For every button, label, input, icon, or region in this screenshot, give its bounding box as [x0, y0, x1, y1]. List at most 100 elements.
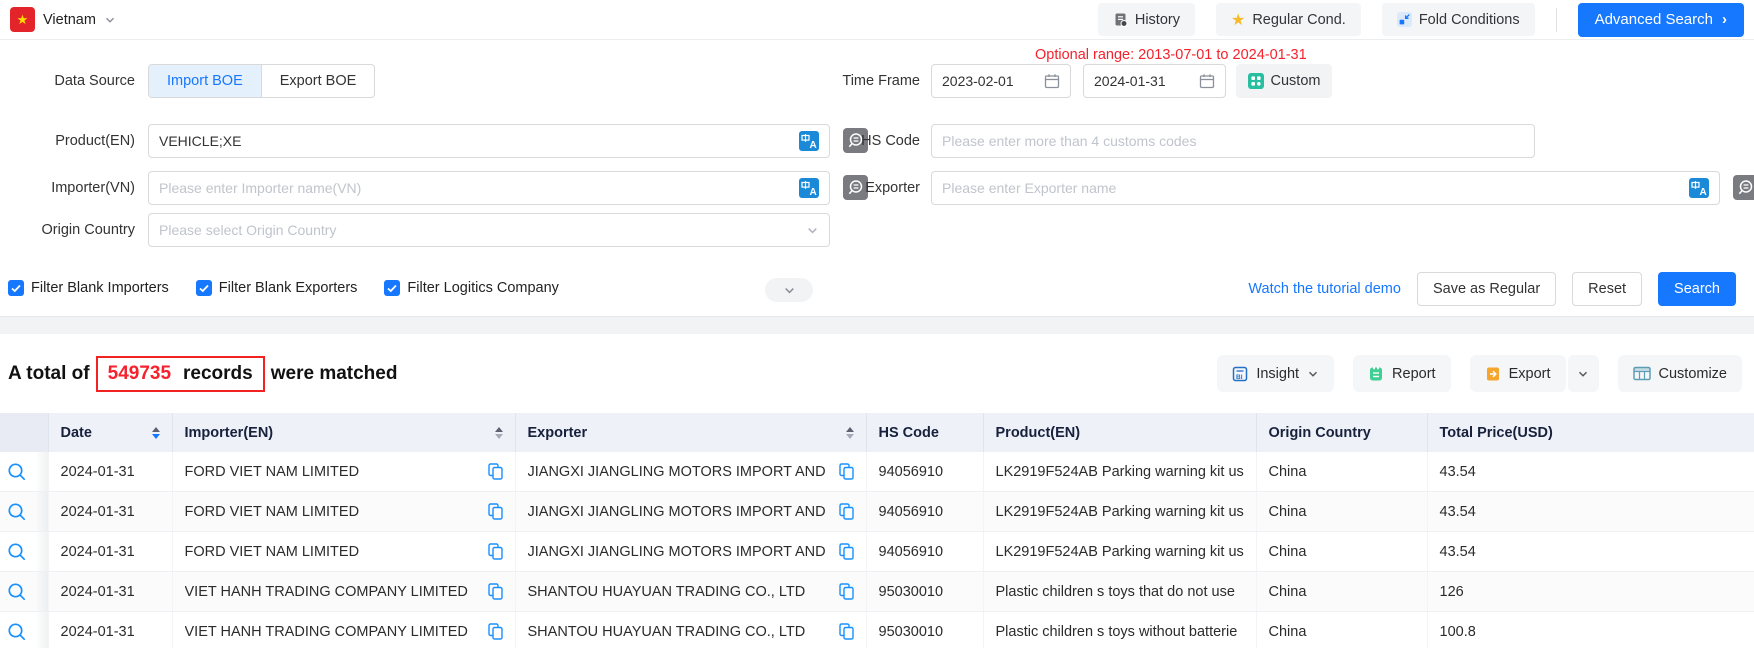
product-en-label: Product(EN) [0, 124, 135, 158]
export-button[interactable]: Export [1470, 355, 1566, 392]
chevron-down-icon [1307, 368, 1319, 380]
custom-range-button[interactable]: Custom [1236, 64, 1332, 98]
exporter-name: JIANGXI JIANGLING MOTORS IMPORT AND [528, 544, 826, 560]
date-to-value: 2024-01-31 [1094, 73, 1166, 89]
fuzzy-search-icon[interactable] [1733, 175, 1754, 200]
date-cell: 2024-01-31 [48, 492, 172, 532]
copy-icon[interactable] [839, 503, 854, 520]
copy-icon[interactable] [839, 623, 854, 640]
checkbox-checked-icon [196, 280, 212, 296]
exporter-name: JIANGXI JIANGLING MOTORS IMPORT AND [528, 464, 826, 480]
row-detail-magnifier-icon[interactable] [0, 452, 48, 491]
export-options-button[interactable] [1568, 355, 1599, 392]
filter-blank-importers-checkbox[interactable]: Filter Blank Importers [8, 280, 169, 296]
sort-asc-icon [846, 427, 854, 432]
sort-desc-icon [152, 434, 160, 439]
date-from-input[interactable]: 2023-02-01 [931, 64, 1071, 98]
hs-code-cell: 95030010 [866, 612, 983, 648]
date-from-value: 2023-02-01 [942, 73, 1014, 89]
sort-control[interactable] [846, 427, 854, 439]
chevron-down-icon [104, 14, 116, 26]
calendar-icon [1199, 73, 1215, 89]
customize-table-icon [1633, 366, 1651, 381]
translate-icon[interactable]: A [1689, 178, 1709, 198]
advanced-search-button[interactable]: Advanced Search › [1578, 3, 1744, 37]
filter-checkboxes: Filter Blank Importers Filter Blank Expo… [8, 280, 559, 296]
history-button[interactable]: History [1098, 3, 1195, 36]
results-toolbar: BI Insight Report Export [1217, 355, 1742, 392]
fold-conditions-label: Fold Conditions [1419, 12, 1520, 28]
exporter-field: A [931, 171, 1720, 205]
tab-import-boe[interactable]: Import BOE [149, 65, 261, 97]
export-label: Export [1509, 366, 1551, 382]
fold-conditions-button[interactable]: Fold Conditions [1382, 3, 1535, 36]
filter-label: Filter Blank Exporters [219, 280, 358, 296]
copy-icon[interactable] [488, 623, 503, 640]
row-detail-magnifier-icon[interactable] [0, 532, 48, 571]
exporter-name: SHANTOU HUAYUAN TRADING CO., LTD [528, 624, 806, 640]
copy-icon[interactable] [839, 583, 854, 600]
column-header-exporter[interactable]: Exporter [515, 413, 866, 452]
product-cell: LK2919F524AB Parking warning kit us [983, 532, 1256, 572]
column-header-origin: Origin Country [1256, 413, 1427, 452]
exporter-input[interactable] [942, 180, 1683, 196]
tutorial-demo-link[interactable]: Watch the tutorial demo [1248, 281, 1401, 297]
search-button[interactable]: Search [1658, 272, 1736, 306]
copy-icon[interactable] [488, 543, 503, 560]
importer-cell: VIET HANH TRADING COMPANY LIMITED [172, 612, 515, 648]
origin-country-select[interactable]: Please select Origin Country [148, 213, 830, 247]
divider [1556, 8, 1557, 32]
row-detail-magnifier-icon[interactable] [0, 492, 48, 531]
insight-button[interactable]: BI Insight [1217, 355, 1334, 392]
records-count-annotation-box: 549735 records [96, 356, 265, 392]
header-label: Exporter [528, 425, 588, 441]
reset-button[interactable]: Reset [1572, 272, 1642, 306]
date-cell: 2024-01-31 [48, 572, 172, 612]
row-detail-magnifier-icon[interactable] [0, 612, 48, 648]
column-header-date[interactable]: Date [48, 413, 172, 452]
copy-icon[interactable] [488, 463, 503, 480]
optional-range-text: Optional range: 2013-07-01 to 2024-01-31 [1035, 47, 1307, 63]
customize-button[interactable]: Customize [1618, 355, 1743, 392]
save-as-regular-button[interactable]: Save as Regular [1417, 272, 1556, 306]
top-bar: ★ Vietnam History ★ Regular Cond. Fold C… [0, 0, 1754, 40]
custom-grid-icon [1248, 73, 1264, 89]
exporter-cell: JIANGXI JIANGLING MOTORS IMPORT AND [515, 532, 866, 572]
product-cell: LK2919F524AB Parking warning kit us [983, 492, 1256, 532]
collapse-panel-button[interactable] [765, 278, 813, 302]
exporter-cell: JIANGXI JIANGLING MOTORS IMPORT AND [515, 492, 866, 532]
column-header-importer[interactable]: Importer(EN) [172, 413, 515, 452]
date-to-input[interactable]: 2024-01-31 [1083, 64, 1226, 98]
sort-asc-icon [495, 427, 503, 432]
copy-icon[interactable] [839, 543, 854, 560]
country-selector[interactable]: ★ Vietnam [10, 7, 116, 32]
row-detail-cell [0, 532, 48, 572]
country-name: Vietnam [43, 12, 96, 28]
fold-icon [1397, 12, 1412, 27]
copy-icon[interactable] [488, 503, 503, 520]
column-header-total-price: Total Price(USD) [1427, 413, 1754, 452]
sort-control[interactable] [495, 427, 503, 439]
origin-country-cell: China [1256, 452, 1427, 492]
sort-control[interactable] [152, 427, 160, 439]
filter-blank-exporters-checkbox[interactable]: Filter Blank Exporters [196, 280, 358, 296]
copy-icon[interactable] [488, 583, 503, 600]
row-detail-magnifier-icon[interactable] [0, 572, 48, 611]
exporter-cell: SHANTOU HUAYUAN TRADING CO., LTD [515, 612, 866, 648]
importer-vn-input[interactable] [159, 180, 793, 196]
filter-logitics-company-checkbox[interactable]: Filter Logitics Company [384, 280, 559, 296]
report-icon [1368, 366, 1384, 382]
tab-export-boe[interactable]: Export BOE [261, 65, 375, 97]
summary-prefix: A total of [8, 363, 90, 385]
copy-icon[interactable] [839, 463, 854, 480]
product-en-input[interactable] [159, 133, 793, 149]
column-header-hs-code: HS Code [866, 413, 983, 452]
regular-cond-button[interactable]: ★ Regular Cond. [1216, 3, 1361, 36]
hs-code-input[interactable] [942, 133, 1524, 149]
results-summary: A total of 549735 records were matched [8, 334, 397, 413]
table-row: 2024-01-31 VIET HANH TRADING COMPANY LIM… [0, 612, 1754, 648]
report-button[interactable]: Report [1353, 355, 1451, 392]
total-price-cell: 43.54 [1427, 452, 1754, 492]
report-label: Report [1392, 366, 1436, 382]
table-row: 2024-01-31 FORD VIET NAM LIMITED JIANGXI… [0, 452, 1754, 492]
